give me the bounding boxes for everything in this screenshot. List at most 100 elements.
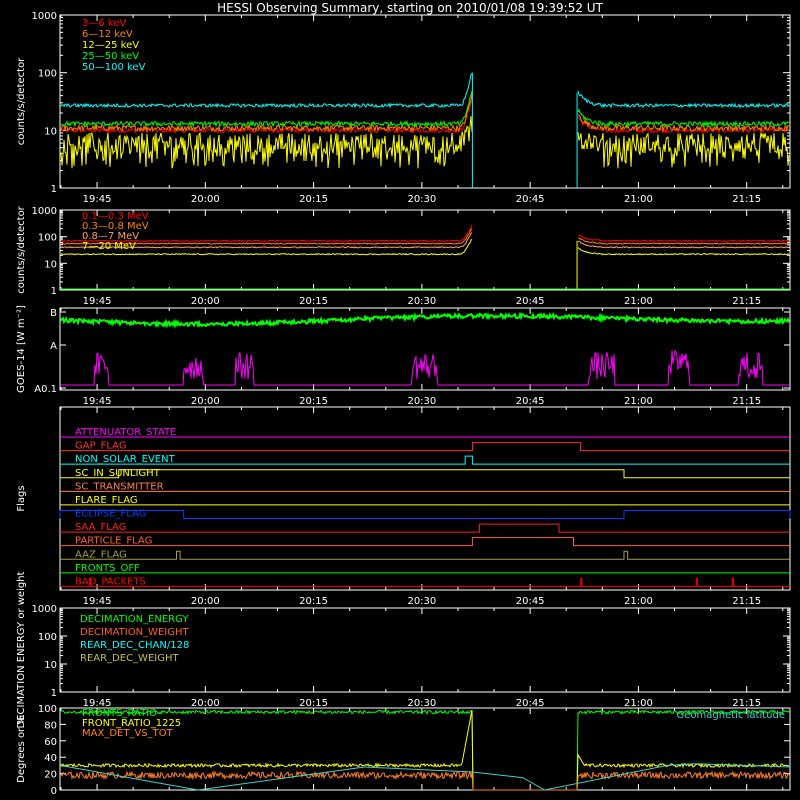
ratios-ylabel: Degrees or % (16, 715, 27, 783)
high-energy-rates-ytick-label: 100 (38, 233, 57, 244)
ratios-ytick-label: 20 (44, 770, 57, 781)
decimation-legend-entry: DECIMATION_ENERGY (80, 614, 189, 625)
flags-flag-line-3 (60, 469, 790, 479)
high-energy-rates-xtick-label: 20:30 (407, 296, 436, 307)
decimation-ytick-label: 10 (44, 660, 57, 671)
flags-xtick-label: 20:00 (191, 596, 220, 607)
ratios-ytick-label: 100 (38, 704, 57, 715)
ratios-ytick-label: 40 (44, 753, 57, 764)
low-energy-rates-legend-entry: 50—100 keV (82, 62, 146, 73)
high-energy-rates-ytick-label: 10 (44, 259, 57, 270)
low-energy-rates-series-4 (60, 73, 790, 109)
low-energy-rates-legend-entry: 3—6 keV (82, 18, 126, 29)
low-energy-rates-xtick-label: 21:00 (624, 194, 653, 205)
low-energy-rates-legend-entry: 6—12 keV (82, 29, 133, 40)
low-energy-rates-xtick-label: 20:15 (299, 194, 328, 205)
low-energy-rates-ytick-label: 10 (44, 126, 57, 137)
flags-flag-label: FRONTS_OFF (75, 563, 140, 574)
flags-flag-line-1 (60, 442, 790, 452)
flags-flag-line-8 (60, 537, 790, 547)
low-energy-rates-xtick-label: 20:30 (407, 194, 436, 205)
goes-ytick-label: A (50, 341, 57, 352)
panels: 19:45 20:00 20:15 20:30 20:45 21:00 21:1511010… (16, 11, 791, 797)
low-energy-rates-xtick-label: 19:45 (83, 194, 112, 205)
flags-flag-label: BAD_PACKETS (75, 576, 146, 587)
goes-xtick-label: 20:15 (299, 396, 328, 407)
goes-ytick-label: B (50, 308, 57, 319)
high-energy-rates-ytick-label: 1 (51, 286, 57, 297)
decimation-legend-entry: REAR_DEC_WEIGHT (80, 653, 179, 664)
flags-flag-line-11 (60, 577, 790, 587)
decimation-legend-entry: REAR_DEC_CHAN/128 (80, 640, 189, 651)
decimation-xtick-label: 21:00 (624, 698, 653, 709)
ratios-ytick-label: 80 (44, 720, 57, 731)
flags-flag-label: GAP_FLAG (75, 441, 127, 452)
chart-title: HESSI Observing Summary, starting on 201… (217, 1, 603, 15)
flags-xtick-label: 21:00 (624, 596, 653, 607)
decimation-ytick-label: 1000 (32, 604, 57, 615)
ratios-ytick-label: 60 (44, 737, 57, 748)
high-energy-rates-frame (59, 209, 791, 291)
flags-flag-line-6 (59, 510, 791, 519)
low-energy-rates-xtick-label: 20:00 (191, 194, 220, 205)
flags-flag-label: NON_SOLAR_EVENT (75, 454, 176, 465)
decimation-xtick-label: 20:30 (407, 698, 436, 709)
goes-xtick-label: 19:45 (83, 396, 112, 407)
ratios-annotation: Geomagnetic latitude (677, 710, 785, 721)
low-energy-rates-legend-entry: 12—25 keV (82, 40, 139, 51)
decimation-ylabel: DECIMATION ENERGY or weight (16, 571, 27, 728)
low-energy-rates-frame (59, 14, 791, 189)
goes-ylabel: GOES-14 [W m⁻²] (16, 305, 27, 393)
high-energy-rates-xtick-label: 20:15 (299, 296, 328, 307)
goes-xtick-label: 20:45 (516, 396, 545, 407)
decimation-xtick-label: 21:15 (732, 698, 761, 709)
hessi-summary-figure: HESSI Observing Summary, starting on 201… (16, 1, 791, 797)
flags-xtick-label: 20:15 (299, 596, 328, 607)
flags-xtick-label: 20:30 (407, 596, 436, 607)
goes-series-1 (61, 349, 789, 386)
low-energy-rates-legend-entry: 25—50 keV (82, 51, 139, 62)
ratios-legend-entry: MAX_DET_VS_TOT (82, 728, 174, 739)
goes-xtick-label: 21:00 (624, 396, 653, 407)
high-energy-rates-series-0 (60, 225, 790, 242)
low-energy-rates-ytick-label: 1000 (32, 11, 57, 22)
decimation-xtick-label: 20:00 (191, 698, 220, 709)
flags-flag-line-9 (60, 550, 790, 560)
flags-ylabel: Flags (16, 485, 27, 511)
flags-flag-label: AAZ_FLAG (75, 549, 127, 560)
high-energy-rates-xtick-label: 20:45 (516, 296, 545, 307)
goes-series-0 (60, 311, 790, 329)
flags-xtick-label: 20:45 (516, 596, 545, 607)
high-energy-rates-xtick-label: 21:15 (732, 296, 761, 307)
decimation-xtick-label: 20:15 (299, 698, 328, 709)
flags-xtick-label: 19:45 (83, 596, 112, 607)
high-energy-rates-series-1 (60, 228, 790, 245)
low-energy-rates-ytick-label: 1 (51, 184, 57, 195)
high-energy-rates-ylabel: counts/s/detector (16, 205, 27, 293)
goes-ytick-label: A0.1 (34, 384, 57, 395)
low-energy-rates-series-3 (60, 90, 790, 128)
high-energy-rates-xtick-label: 19:45 (83, 296, 112, 307)
ratios-series-2 (60, 770, 790, 791)
flags-flag-label: PARTICLE_FLAG (75, 536, 152, 547)
flags-flag-label: SC_TRANSMITTER (75, 481, 164, 492)
low-energy-rates-xtick-label: 20:45 (516, 194, 545, 205)
decimation-legend-entry: DECIMATION_WEIGHT (80, 627, 189, 638)
flags-flag-label: ATTENUATOR_STATE (75, 427, 176, 438)
goes-xtick-label: 20:30 (407, 396, 436, 407)
low-energy-rates-ylabel: counts/s/detector (16, 57, 27, 145)
flags-flag-label: FLARE_FLAG (75, 495, 138, 506)
high-energy-rates-legend-entry: 7—20 MeV (82, 241, 136, 252)
goes-xtick-label: 21:15 (732, 396, 761, 407)
low-energy-rates-xtick-label: 21:15 (732, 194, 761, 205)
decimation-xtick-label: 20:45 (516, 698, 545, 709)
decimation-ytick-label: 100 (38, 632, 57, 643)
high-energy-rates-xtick-label: 20:00 (191, 296, 220, 307)
ratios-ytick-label: 0 (51, 786, 57, 797)
low-energy-rates-ytick-label: 100 (38, 69, 57, 80)
decimation-ytick-label: 1 (51, 688, 57, 699)
high-energy-rates-ytick-label: 1000 (32, 206, 57, 217)
flags-flag-line-7 (60, 523, 790, 533)
high-energy-rates-xtick-label: 21:00 (624, 296, 653, 307)
goes-xtick-label: 20:00 (191, 396, 220, 407)
